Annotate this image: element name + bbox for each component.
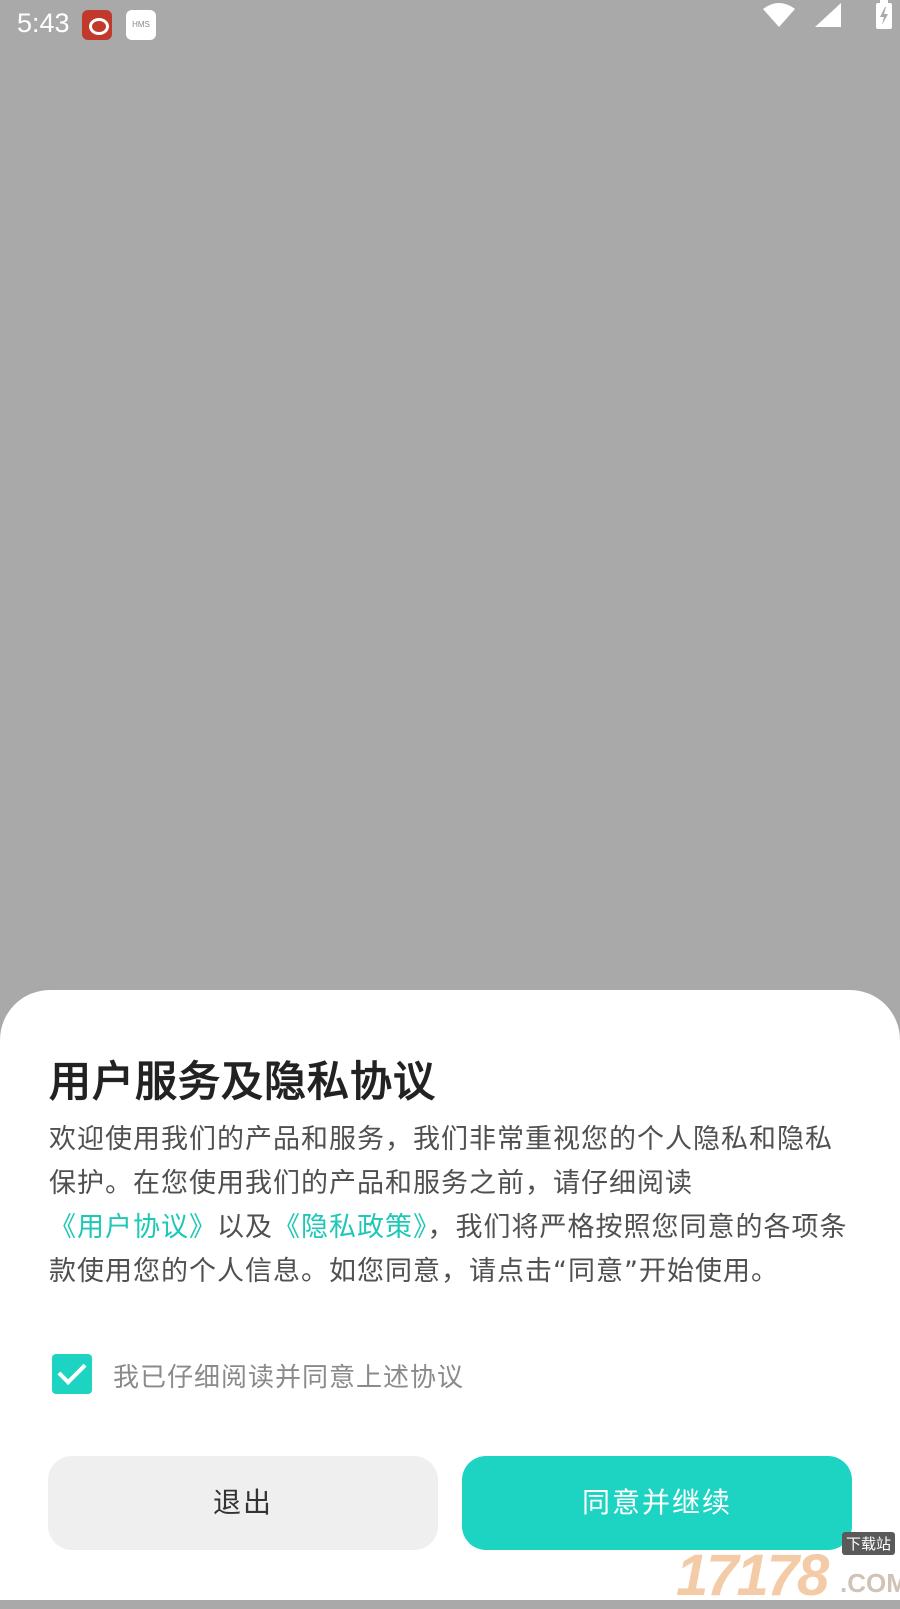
weibo-icon <box>82 10 112 40</box>
agree-checkbox[interactable] <box>52 1354 92 1394</box>
watermark-number: 17178 <box>676 1543 829 1608</box>
checkmark-icon <box>57 1356 87 1385</box>
watermark-domain: .COM <box>840 1568 900 1598</box>
signal-icon <box>815 3 841 27</box>
battery-charging-icon <box>876 0 892 29</box>
privacy-policy-link[interactable]: 《隐私政策》 <box>273 1212 428 1243</box>
watermark-tag: 下载站 <box>842 1532 896 1555</box>
hms-icon: HMS <box>126 10 156 40</box>
status-bar: 5:43 HMS <box>0 0 900 48</box>
body-text-part1: 欢迎使用我们的产品和服务，我们非常重视您的个人隐私和隐私保护。在您使用我们的产品… <box>49 1124 833 1199</box>
user-agreement-link[interactable]: 《用户协议》 <box>49 1212 217 1243</box>
status-time: 5:43 <box>17 8 70 38</box>
wifi-icon <box>763 3 795 27</box>
agree-checkbox-label[interactable]: 我已仔细阅读并同意上述协议 <box>113 1357 464 1394</box>
privacy-agreement-sheet: 用户服务及隐私协议 欢迎使用我们的产品和服务，我们非常重视您的个人隐私和隐私保护… <box>0 990 900 1600</box>
exit-button[interactable]: 退出 <box>48 1456 438 1550</box>
body-text-part2: 以及 <box>217 1212 273 1243</box>
dialog-title: 用户服务及隐私协议 <box>49 1057 437 1106</box>
agreement-body-text: 欢迎使用我们的产品和服务，我们非常重视您的个人隐私和隐私保护。在您使用我们的产品… <box>49 1118 849 1294</box>
site-watermark: 17178 .COM 下载站 <box>676 1532 900 1608</box>
